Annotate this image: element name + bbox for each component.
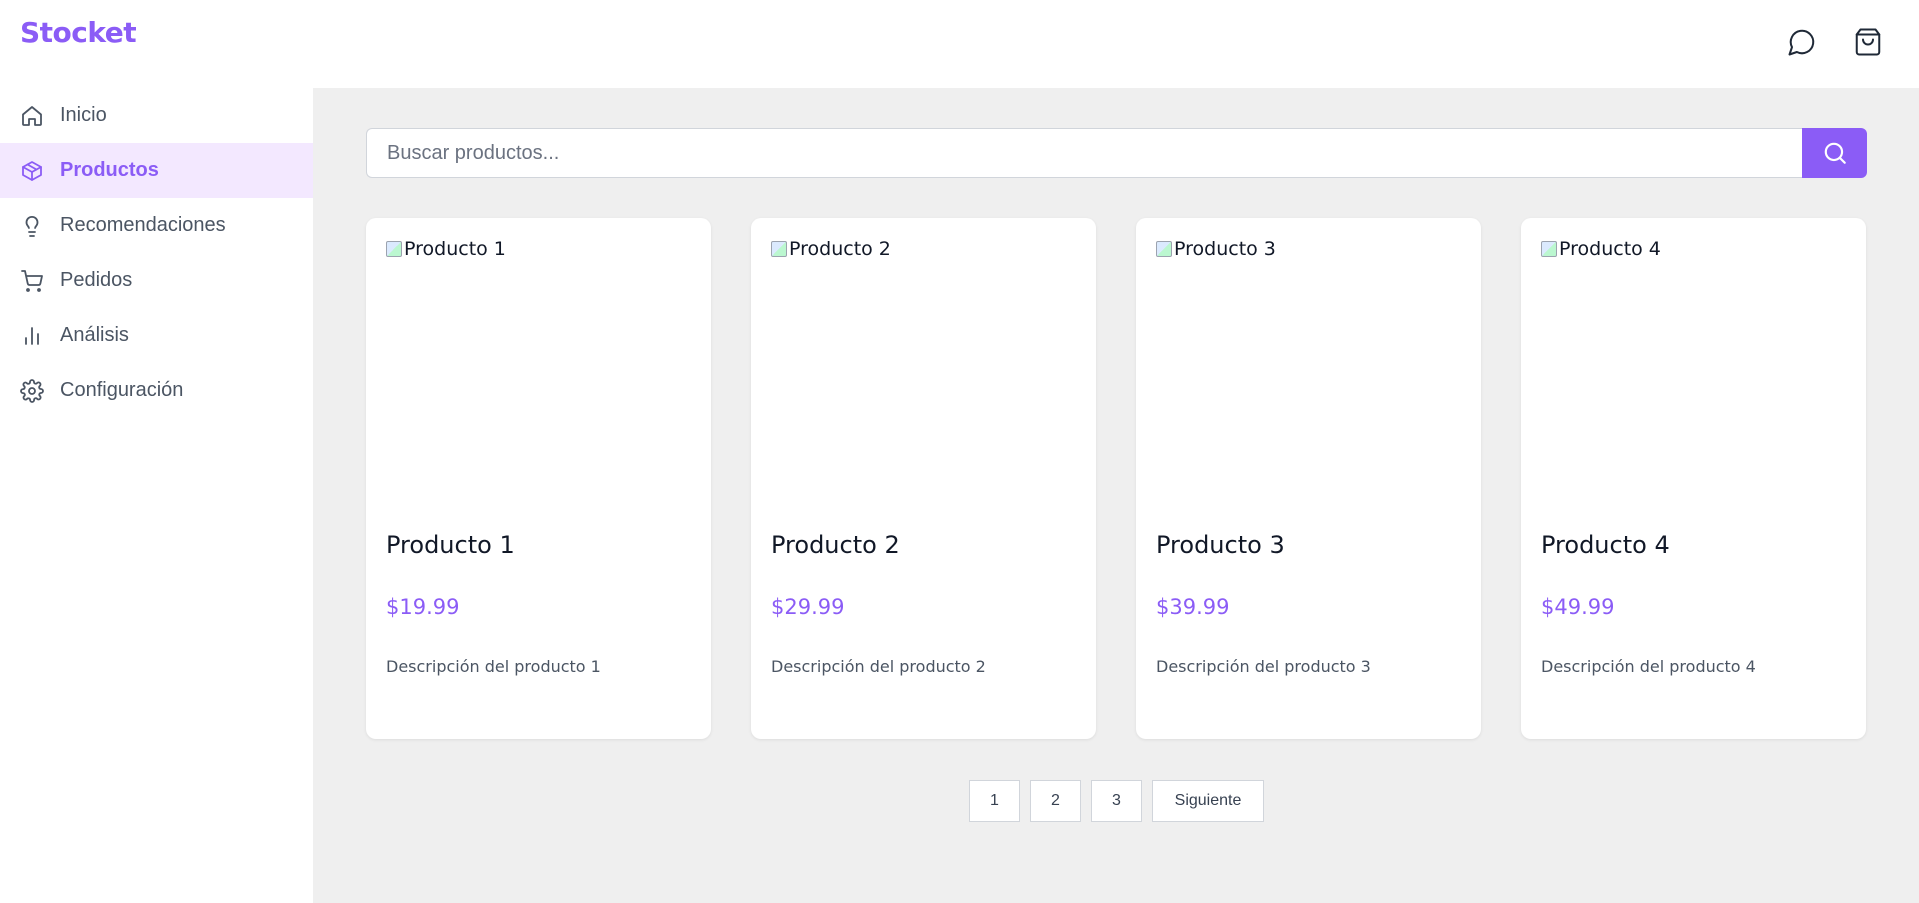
chat-bubble-icon[interactable]	[1784, 24, 1820, 60]
product-image-alt: Producto 2	[789, 238, 891, 260]
product-price: $49.99	[1541, 595, 1615, 619]
sidebar-item-label: Configuración	[60, 379, 184, 401]
lightbulb-icon	[20, 214, 44, 238]
search-bar	[366, 128, 1867, 178]
gear-icon	[20, 378, 44, 403]
page-button-2[interactable]: 2	[1030, 780, 1081, 822]
sidebar-item-label: Análisis	[60, 324, 129, 346]
product-description: Descripción del producto 4	[1541, 657, 1756, 676]
sidebar: Inicio Productos Recomendaciones Pedidos…	[0, 88, 313, 903]
product-image-alt: Producto 1	[404, 238, 506, 260]
next-page-button[interactable]: Siguiente	[1152, 780, 1264, 822]
product-card[interactable]: Producto 2 Producto 2 $29.99 Descripción…	[751, 218, 1096, 739]
sidebar-item-pedidos[interactable]: Pedidos	[0, 253, 313, 308]
product-image: Producto 1	[386, 238, 506, 260]
sidebar-item-productos[interactable]: Productos	[0, 143, 313, 198]
search-input[interactable]	[366, 128, 1802, 178]
product-name: Producto 1	[386, 531, 515, 559]
home-icon	[20, 104, 44, 128]
product-description: Descripción del producto 1	[386, 657, 601, 676]
sidebar-item-inicio[interactable]: Inicio	[0, 88, 313, 143]
broken-image-icon	[1541, 241, 1557, 257]
product-card[interactable]: Producto 3 Producto 3 $39.99 Descripción…	[1136, 218, 1481, 739]
product-description: Descripción del producto 3	[1156, 657, 1371, 676]
product-name: Producto 4	[1541, 531, 1670, 559]
product-image: Producto 4	[1541, 238, 1661, 260]
sidebar-item-configuracion[interactable]: Configuración	[0, 363, 313, 418]
product-price: $29.99	[771, 595, 845, 619]
sidebar-item-analisis[interactable]: Análisis	[0, 308, 313, 363]
product-card[interactable]: Producto 4 Producto 4 $49.99 Descripción…	[1521, 218, 1866, 739]
broken-image-icon	[771, 241, 787, 257]
sidebar-item-label: Pedidos	[60, 269, 133, 291]
product-image: Producto 3	[1156, 238, 1276, 260]
bar-chart-icon	[20, 324, 44, 348]
product-card[interactable]: Producto 1 Producto 1 $19.99 Descripción…	[366, 218, 711, 739]
page-button-3[interactable]: 3	[1091, 780, 1142, 822]
cart-icon	[20, 269, 44, 293]
sidebar-item-label: Recomendaciones	[60, 214, 226, 236]
sidebar-item-label: Productos	[60, 159, 159, 181]
product-image: Producto 2	[771, 238, 891, 260]
product-image-alt: Producto 3	[1174, 238, 1276, 260]
product-description: Descripción del producto 2	[771, 657, 986, 676]
sidebar-item-recomendaciones[interactable]: Recomendaciones	[0, 198, 313, 253]
product-price: $19.99	[386, 595, 460, 619]
search-button[interactable]	[1802, 128, 1867, 178]
shopping-bag-icon[interactable]	[1850, 24, 1886, 60]
product-image-alt: Producto 4	[1559, 238, 1661, 260]
top-bar: Stocket	[0, 0, 1919, 88]
box-icon	[20, 159, 44, 183]
app-logo[interactable]: Stocket	[20, 16, 137, 49]
product-price: $39.99	[1156, 595, 1230, 619]
broken-image-icon	[1156, 241, 1172, 257]
product-name: Producto 3	[1156, 531, 1285, 559]
broken-image-icon	[386, 241, 402, 257]
search-icon	[1824, 142, 1846, 164]
product-name: Producto 2	[771, 531, 900, 559]
sidebar-item-label: Inicio	[60, 104, 107, 126]
page-button-1[interactable]: 1	[969, 780, 1020, 822]
main-content: Producto 1 Producto 1 $19.99 Descripción…	[313, 88, 1919, 903]
